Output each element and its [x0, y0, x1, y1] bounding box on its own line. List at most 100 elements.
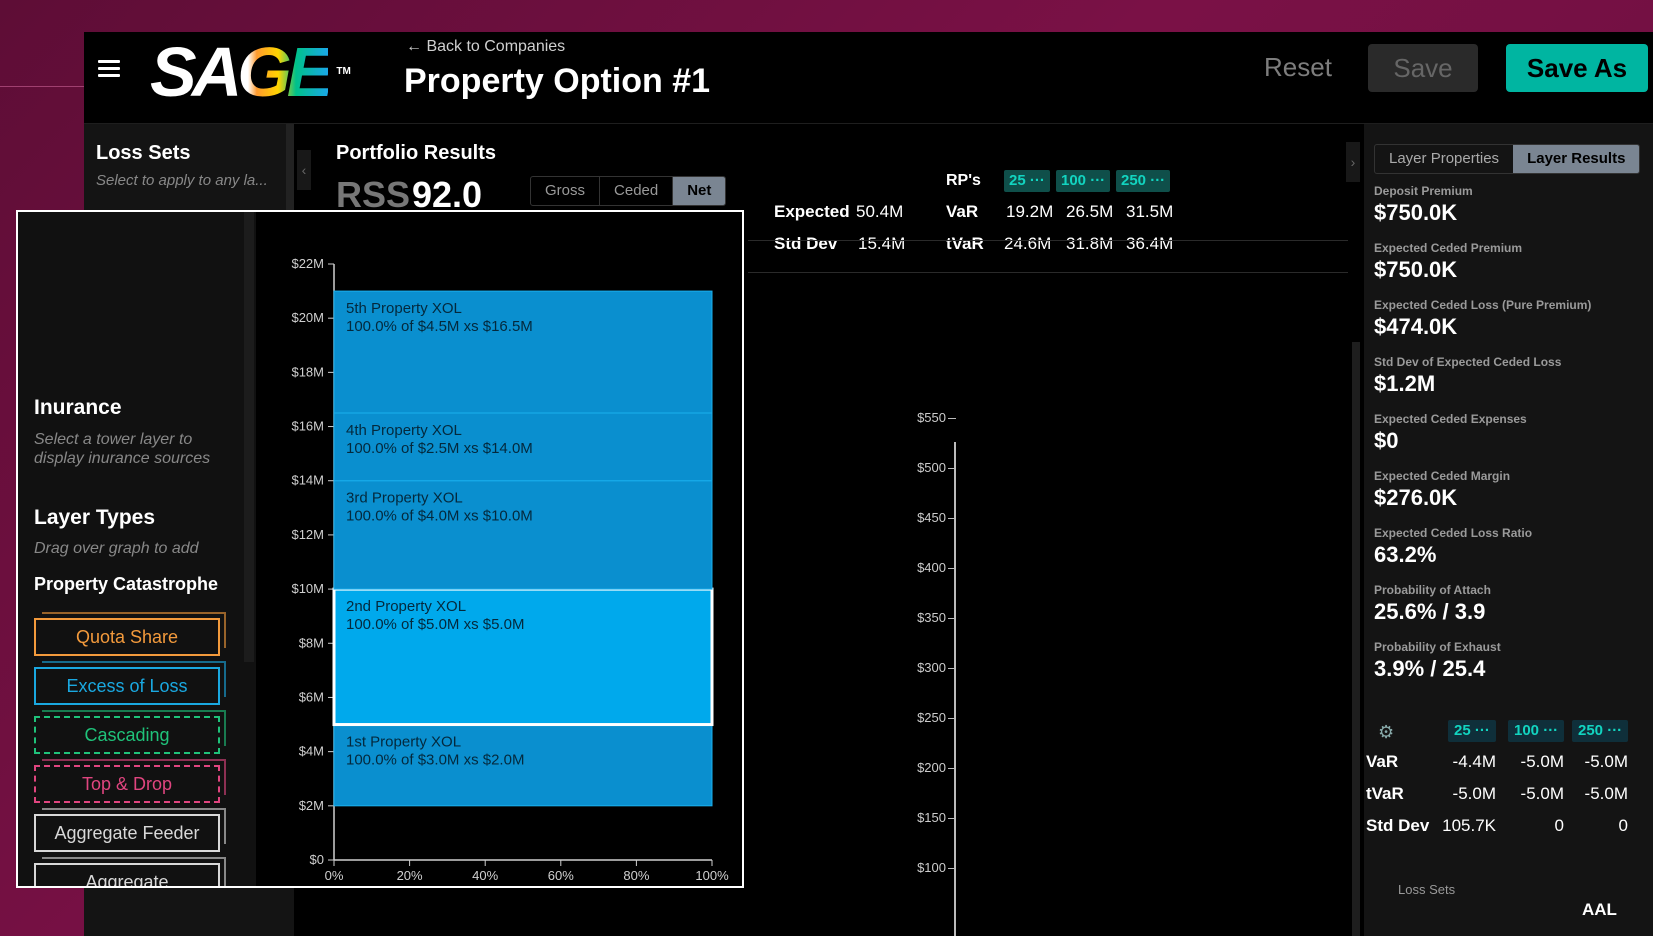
y-tick: [948, 818, 956, 819]
y-tick: [948, 468, 956, 469]
rp-cell: -5.0M: [1584, 784, 1628, 803]
y-tick-label: $18M: [291, 364, 324, 379]
expected-label: Expected: [774, 202, 850, 221]
y-tick-label: $22M: [291, 256, 324, 271]
inurance-title: Inurance: [34, 396, 122, 419]
gear-icon[interactable]: ⚙: [1378, 722, 1394, 743]
y-tick-label: $350: [917, 610, 946, 625]
mode-ceded[interactable]: Ceded: [600, 177, 674, 205]
aal-label: AAL: [1582, 900, 1617, 919]
metric-label: Expected Ceded Loss Ratio: [1374, 526, 1533, 540]
right-collapse-chevron-icon[interactable]: ›: [1346, 142, 1360, 182]
tvar-rp25: 24.6M: [1004, 234, 1052, 253]
y-tick-label: $200: [917, 760, 946, 775]
layer-types-subtitle: Drag over graph to add: [34, 540, 199, 557]
var-label: VaR: [946, 202, 979, 221]
rp-chip-250[interactable]: 250 ···: [1572, 720, 1629, 742]
save-as-button[interactable]: Save As: [1506, 44, 1648, 92]
rp-row-label: Std Dev: [1366, 816, 1430, 835]
header: SAGE TM ← Back to Companies Property Opti…: [84, 32, 1653, 124]
reset-button[interactable]: Reset: [1264, 52, 1332, 83]
loss-sets-label: Loss Sets: [1398, 882, 1456, 897]
y-tick-label: $300: [917, 660, 946, 675]
panel-scrollbar[interactable]: [244, 212, 254, 662]
y-tick-label: $2M: [299, 798, 324, 813]
layer-desc-label: 100.0% of $4.0M xs $10.0M: [346, 508, 533, 525]
page-title: Property Option #1: [404, 62, 711, 100]
tvar-rp250: 36.4M: [1126, 234, 1174, 253]
rp-cell: -5.0M: [1520, 784, 1564, 803]
tvar-rp100: 31.8M: [1066, 234, 1114, 253]
main-scrollbar[interactable]: [1352, 342, 1360, 936]
y-tick-label: $500: [917, 460, 946, 475]
stddev-value: 15.4M: [858, 234, 906, 253]
background-line: [0, 86, 84, 87]
metric-value: $0: [1374, 428, 1399, 453]
x-tick-label: 40%: [472, 868, 498, 883]
x-tick-label: 100%: [695, 868, 729, 883]
layer-type-button[interactable]: Cascading: [34, 710, 226, 754]
metric-label: Std Dev of Expected Ceded Loss: [1374, 355, 1562, 369]
rp-cell: 0: [1618, 816, 1628, 835]
rp-row-label: VaR: [1366, 752, 1399, 771]
save-button[interactable]: Save: [1368, 44, 1478, 92]
x-tick-label: 60%: [548, 868, 574, 883]
y-tick: [948, 418, 956, 419]
y-tick: [948, 568, 956, 569]
y-tick-label: $6M: [299, 689, 324, 704]
left-collapse-chevron-icon[interactable]: ‹: [297, 150, 311, 190]
y-tick-label: $16M: [291, 419, 324, 434]
metric-label: Expected Ceded Premium: [1374, 241, 1523, 255]
var-rp25: 19.2M: [1006, 202, 1054, 221]
metric-label: Expected Ceded Expenses: [1374, 412, 1527, 426]
layer-name-label: 3rd Property XOL: [346, 490, 463, 507]
rp-chip-100[interactable]: 100 ···: [1508, 720, 1565, 742]
rp-cell: 0: [1554, 816, 1564, 835]
layer-desc-label: 100.0% of $4.5M xs $16.5M: [346, 318, 533, 335]
rp-chip-250[interactable]: 250 ···: [1116, 170, 1171, 192]
layer-type-button[interactable]: Quota Share: [34, 612, 226, 656]
metric-value: $750.0K: [1374, 200, 1458, 225]
property-catastrophe-title: Property Catastrophe: [34, 574, 219, 594]
layer-desc-label: 100.0% of $5.0M xs $5.0M: [346, 616, 524, 633]
expected-value: 50.4M: [856, 202, 904, 221]
y-tick: [948, 768, 956, 769]
layer-name-label: 2nd Property XOL: [346, 598, 466, 615]
stats-divider: [748, 272, 1348, 273]
mode-net[interactable]: Net: [673, 177, 726, 205]
layer-type-button[interactable]: Aggregate: [34, 857, 226, 886]
menu-icon[interactable]: [98, 60, 120, 78]
metric-label: Probability of Exhaust: [1374, 640, 1501, 654]
y-tick: [948, 618, 956, 619]
mode-gross[interactable]: Gross: [531, 177, 601, 205]
layer-tabs: Layer Properties Layer Results: [1374, 144, 1641, 174]
tower-chart: $0 $2M $4M $6M $8M $10M $12M $14M $16M $18M $20M $2…: [291, 256, 729, 883]
layer-name-label: 1st Property XOL: [346, 734, 461, 751]
layer-type-button[interactable]: Excess of Loss: [34, 661, 226, 705]
layer-types-title: Layer Types: [34, 506, 156, 529]
layer-desc-label: 100.0% of $2.5M xs $14.0M: [346, 440, 533, 457]
tab-layer-results[interactable]: Layer Results: [1513, 145, 1640, 173]
metric-value: $1.2M: [1374, 371, 1436, 396]
rp-chip-25[interactable]: 25 ···: [1004, 170, 1050, 192]
loss-sets-title: Loss Sets: [96, 142, 191, 164]
layer-type-button[interactable]: Aggregate Feeder: [34, 808, 226, 852]
metric-value: $276.0K: [1374, 485, 1458, 510]
metric-label: Expected Ceded Margin: [1374, 469, 1511, 483]
rp-cell: 105.7K: [1442, 816, 1496, 835]
loss-sets-subtitle: Select to apply to any la...: [96, 172, 268, 189]
rp-chip-25[interactable]: 25 ···: [1448, 720, 1496, 742]
portfolio-chart: $550 $500 $450 $400 $350 $300 $250 $200 $150 $100: [734, 362, 1294, 936]
layer-type-button[interactable]: Top & Drop: [34, 759, 226, 803]
back-to-companies-link[interactable]: ← Back to Companies: [406, 38, 565, 56]
rp-chip-100[interactable]: 100 ···: [1056, 170, 1111, 192]
y-tick: [948, 668, 956, 669]
y-tick-label: $250: [917, 710, 946, 725]
y-tick-label: $20M: [291, 310, 324, 325]
inurance-subtitle: Select a tower layer to display inurance…: [34, 431, 211, 467]
y-tick: [948, 868, 956, 869]
tab-layer-properties[interactable]: Layer Properties: [1375, 145, 1513, 173]
rp-cell: -5.0M: [1452, 784, 1496, 803]
x-tick-label: 0%: [325, 868, 344, 883]
y-axis: [954, 442, 956, 936]
